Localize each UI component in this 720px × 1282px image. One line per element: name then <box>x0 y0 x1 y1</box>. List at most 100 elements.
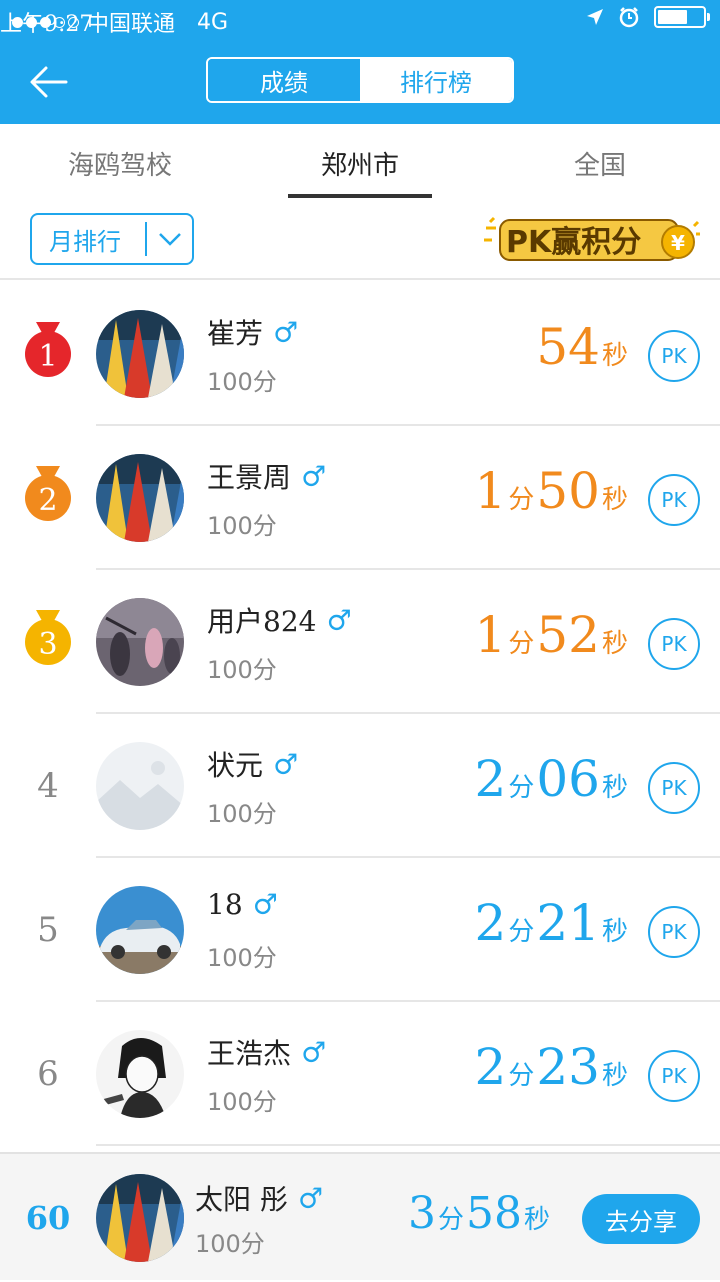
my-name-text: 太阳 彤 <box>195 1183 288 1216</box>
location-arrow-icon <box>587 9 603 25</box>
time-value: 1 <box>474 462 507 520</box>
completion-time: 54 秒 <box>536 318 630 376</box>
time-value: 2 <box>474 1038 507 1096</box>
bronze-medal-icon: 3 <box>25 610 71 665</box>
time-unit: 秒 <box>601 629 628 659</box>
pk-button[interactable]: PK <box>648 330 700 382</box>
my-avatar <box>96 1174 184 1262</box>
ranking-row[interactable]: 5 18 ♂ 100分 2 分 21 秒 PK <box>0 858 720 1002</box>
period-dropdown-label: 月排行 <box>49 227 121 256</box>
time-value: 23 <box>536 1038 600 1096</box>
back-arrow-icon[interactable] <box>26 62 72 102</box>
time-unit: 秒 <box>601 1061 628 1091</box>
gold-medal-icon: 1 <box>25 322 71 377</box>
svg-text:2: 2 <box>38 483 57 518</box>
my-name: 太阳 彤 ♂ <box>195 1178 323 1218</box>
share-button[interactable]: 去分享 <box>582 1194 700 1244</box>
rank-number: 4 <box>37 766 59 806</box>
battery-icon <box>654 6 710 28</box>
time-unit: 分 <box>508 773 535 803</box>
my-rank-bar: 60 太阳 彤 ♂ 100分 3 分 58 秒 去分享 <box>0 1152 720 1280</box>
pk-button[interactable]: PK <box>648 906 700 958</box>
divider <box>96 1144 720 1146</box>
ranking-row[interactable]: 4 状元 ♂ 100分 2 分 06 秒 PK <box>0 714 720 858</box>
avatar-placeholder-icon <box>96 742 184 830</box>
pk-button[interactable]: PK <box>648 474 700 526</box>
male-icon: ♂ <box>301 1035 327 1069</box>
segment-ranking[interactable]: 排行榜 <box>360 59 512 101</box>
male-icon: ♂ <box>301 459 327 493</box>
period-dropdown[interactable]: 月排行 <box>30 213 194 265</box>
my-score: 100分 <box>195 1230 265 1258</box>
avatar <box>96 598 184 686</box>
pk-button[interactable]: PK <box>648 1050 700 1102</box>
pk-reward-badge[interactable]: PK赢积分 ¥ <box>482 210 700 268</box>
ranking-row[interactable]: 2 王景周 ♂ 100分 1 分 50 秒 PK <box>0 426 720 570</box>
user-name: 用户824 ♂ <box>207 600 352 640</box>
completion-time: 2 分 23 秒 <box>475 1038 630 1096</box>
ranking-row[interactable]: 6 王浩杰 ♂ 100分 2 分 23 秒 PK <box>0 1002 720 1146</box>
time-value: 52 <box>536 606 600 664</box>
svg-text:3: 3 <box>38 627 57 662</box>
avatar <box>96 886 184 974</box>
my-completion-time: 3 分 58 秒 <box>408 1188 552 1239</box>
avatar <box>96 310 184 398</box>
filter-bar: 月排行 PK赢积分 ¥ <box>0 202 720 280</box>
svg-text:¥: ¥ <box>671 231 685 255</box>
avatar <box>96 454 184 542</box>
time-unit: 秒 <box>601 485 628 515</box>
ranking-row[interactable]: 3 用户824 ♂ 100分 1 分 52 秒 PK <box>0 570 720 714</box>
segmented-control: 成绩 排行榜 <box>206 57 514 103</box>
svg-text:1: 1 <box>38 339 57 374</box>
user-score: 100分 <box>207 944 277 972</box>
time-value: 3 <box>407 1188 436 1239</box>
male-icon: ♂ <box>273 315 299 349</box>
user-score: 100分 <box>207 512 277 540</box>
user-name: 状元 ♂ <box>207 744 298 784</box>
alarm-icon <box>619 7 639 28</box>
user-score: 100分 <box>207 368 277 396</box>
male-icon: ♂ <box>273 747 299 781</box>
segment-score[interactable]: 成绩 <box>208 59 360 101</box>
user-score: 100分 <box>207 656 277 684</box>
completion-time: 2 分 06 秒 <box>475 750 630 808</box>
user-name: 王浩杰 ♂ <box>207 1032 326 1072</box>
time-value: 1 <box>474 606 507 664</box>
time-value: 06 <box>536 750 600 808</box>
status-bar: 中国联通 4G 上午9:27 <box>0 0 720 40</box>
my-rank-number: 60 <box>25 1199 71 1237</box>
user-score: 100分 <box>207 800 277 828</box>
time-unit: 秒 <box>601 773 628 803</box>
completion-time: 2 分 21 秒 <box>475 894 630 952</box>
completion-time: 1 分 50 秒 <box>475 462 630 520</box>
nav-bar: 成绩 排行榜 <box>0 40 720 124</box>
time-value: 2 <box>474 894 507 952</box>
tab-indicator <box>288 194 432 198</box>
time-unit: 分 <box>508 917 535 947</box>
time-unit: 分 <box>437 1205 464 1235</box>
status-right <box>586 6 710 28</box>
completion-time: 1 分 52 秒 <box>475 606 630 664</box>
user-name-text: 王浩杰 <box>207 1037 292 1070</box>
scope-tabs: 海鸥驾校 郑州市 全国 <box>0 124 720 202</box>
user-name-text: 用户824 <box>207 605 317 638</box>
pk-button[interactable]: PK <box>648 618 700 670</box>
male-icon: ♂ <box>297 1181 324 1215</box>
time-value: 50 <box>536 462 600 520</box>
time-unit: 秒 <box>601 917 628 947</box>
tab-national[interactable]: 全国 <box>480 124 720 202</box>
pk-button[interactable]: PK <box>648 762 700 814</box>
time-value: 54 <box>536 318 600 376</box>
pk-badge-text: PK赢积分 <box>506 225 641 260</box>
user-name: 崔芳 ♂ <box>207 312 298 352</box>
time-value: 2 <box>474 750 507 808</box>
user-name-text: 崔芳 <box>207 317 264 350</box>
ranking-row[interactable]: 1 崔芳 ♂ 100分 54 秒 PK <box>0 282 720 426</box>
male-icon: ♂ <box>326 603 352 637</box>
user-name: 王景周 ♂ <box>207 456 326 496</box>
chevron-down-icon <box>147 232 192 246</box>
male-icon: ♂ <box>252 888 278 921</box>
user-score: 100分 <box>207 1088 277 1116</box>
tab-school[interactable]: 海鸥驾校 <box>0 124 240 202</box>
tab-city[interactable]: 郑州市 <box>240 124 480 202</box>
